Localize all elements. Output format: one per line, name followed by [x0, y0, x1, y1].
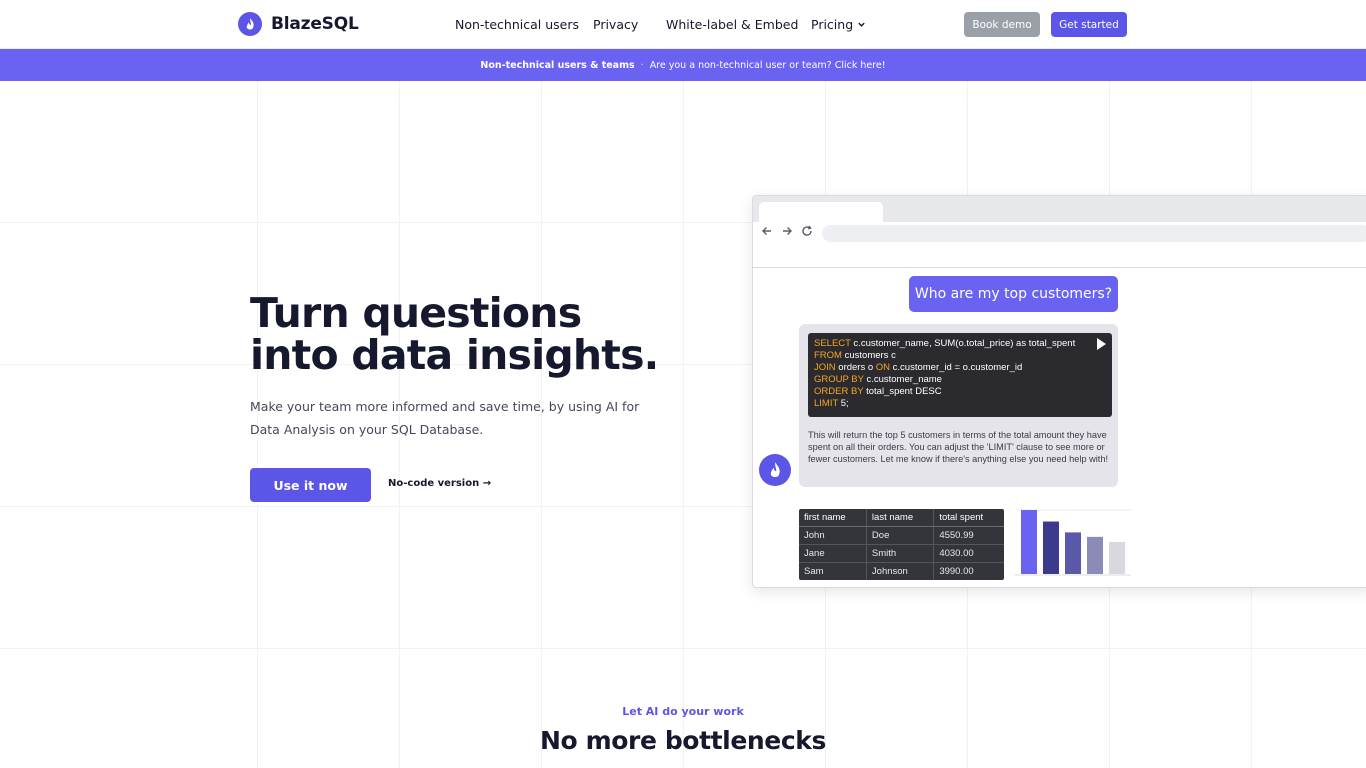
- table-cell: Jane: [799, 543, 867, 562]
- brand-name: BlazeSQL: [271, 14, 359, 34]
- sql-code-block: SELECT c.customer_name, SUM(o.total_pric…: [808, 333, 1112, 417]
- use-it-now-button[interactable]: Use it now: [250, 468, 371, 502]
- nav-privacy[interactable]: Privacy: [593, 17, 638, 32]
- browser-tab: [759, 202, 883, 222]
- sql-line: ORDER BY total_spent DESC: [814, 386, 942, 398]
- ai-answer-text: This will return the top 5 customers in …: [808, 430, 1108, 464]
- bar-1: [1021, 510, 1037, 574]
- column-header: first name: [799, 509, 867, 527]
- sql-line: GROUP BY c.customer_name: [814, 374, 942, 386]
- table-cell: 3990.00: [933, 561, 1004, 580]
- table-cell: John: [799, 525, 867, 544]
- section-eyebrow: Let AI do your work: [622, 705, 744, 718]
- product-demo-mockup: Who are my top customers? SELECT c.custo…: [752, 195, 1366, 588]
- browser-address-bar: [822, 225, 1366, 242]
- forward-arrow-icon: [781, 225, 793, 241]
- sql-line: LIMIT 5;: [814, 398, 849, 410]
- reload-icon: [801, 225, 813, 241]
- banner-text: Are you a non-technical user or team? Cl…: [649, 59, 886, 71]
- nav-white-label-embed[interactable]: White-label & Embed: [666, 17, 798, 32]
- chevron-down-icon: [858, 22, 865, 27]
- table-row: Sam Johnson 3990.00: [799, 561, 1004, 580]
- back-arrow-icon: [761, 225, 773, 241]
- announcement-banner[interactable]: Non-technical users & teams · Are you a …: [0, 49, 1366, 81]
- table-cell: Johnson: [866, 561, 935, 580]
- hero-subtitle: Make your team more informed and save ti…: [250, 399, 640, 437]
- book-demo-button[interactable]: Book demo: [964, 12, 1040, 37]
- table-row: John Doe 4550.99: [799, 525, 1004, 544]
- nav-non-technical-users[interactable]: Non-technical users: [455, 17, 579, 32]
- column-header: last name: [866, 509, 935, 527]
- bar-3: [1065, 532, 1081, 574]
- sql-line: FROM customers c: [814, 350, 896, 362]
- flame-logo-icon: [238, 12, 262, 36]
- ai-answer-bubble: SELECT c.customer_name, SUM(o.total_pric…: [799, 324, 1118, 487]
- banner-separator: ·: [640, 59, 644, 71]
- mini-bar-chart: [1015, 509, 1131, 576]
- section-title: No more bottlenecks: [540, 726, 826, 755]
- table-row: Jane Smith 4030.00: [799, 543, 1004, 562]
- get-started-button[interactable]: Get started: [1051, 12, 1127, 37]
- bar-5: [1109, 542, 1125, 574]
- sql-line: SELECT c.customer_name, SUM(o.total_pric…: [814, 338, 1076, 349]
- column-header: total spent: [933, 509, 1004, 527]
- sql-line: JOIN orders o ON c.customer_id = o.custo…: [814, 362, 1023, 374]
- no-code-version-link[interactable]: No-code version →: [388, 478, 491, 489]
- play-icon: [1097, 338, 1106, 350]
- top-navbar: BlazeSQL Non-technical users Privacy Whi…: [0, 0, 1366, 49]
- table-cell: Smith: [866, 543, 935, 562]
- table-cell: Sam: [799, 561, 867, 580]
- table-cell: 4550.99: [933, 525, 1004, 544]
- table-cell: Doe: [866, 525, 935, 544]
- browser-tab-bar: [753, 196, 1366, 222]
- table-cell: 4030.00: [933, 543, 1004, 562]
- bar-4: [1087, 536, 1103, 574]
- ai-avatar-icon: [759, 454, 791, 486]
- brand-logo[interactable]: BlazeSQL: [238, 12, 359, 36]
- nav-pricing[interactable]: Pricing: [811, 17, 866, 32]
- banner-title: Non-technical users & teams: [480, 59, 635, 71]
- bar-2: [1043, 521, 1059, 574]
- hero-title: Turn questions into data insights.: [250, 289, 659, 379]
- results-table: first name last name total spent John Do…: [799, 509, 1004, 580]
- table-header-row: first name last name total spent: [799, 509, 1004, 527]
- nav-pricing-label: Pricing: [811, 17, 854, 32]
- user-question-bubble: Who are my top customers?: [909, 276, 1118, 312]
